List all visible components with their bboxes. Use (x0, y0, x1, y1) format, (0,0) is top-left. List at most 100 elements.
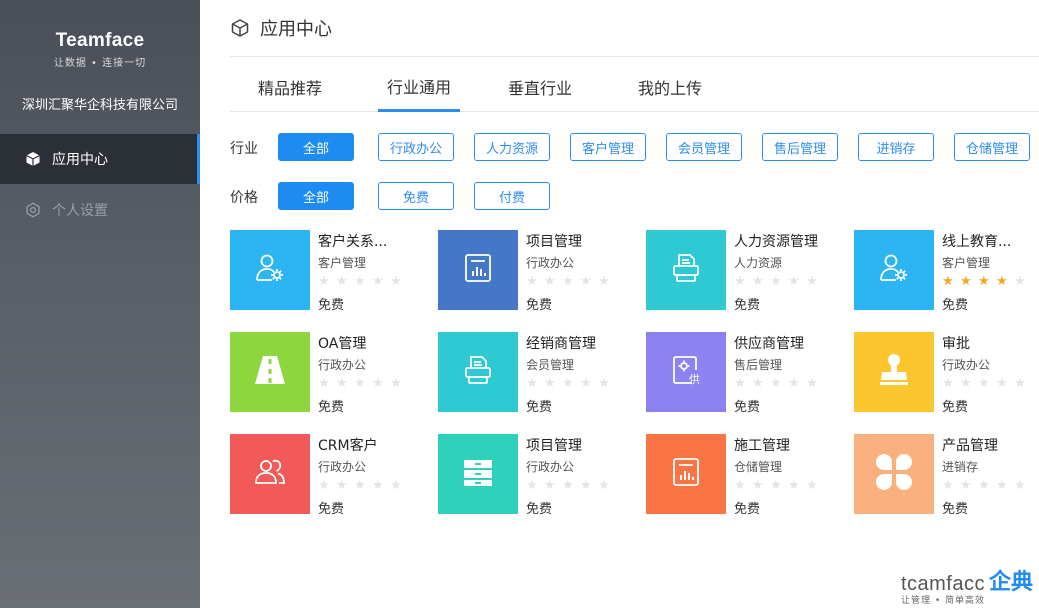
app-category: 人力资源 (734, 256, 783, 270)
tab-featured[interactable]: 精品推荐 (248, 62, 332, 111)
star-icon: ★ (752, 478, 764, 493)
app-rating: ★ ★ ★ ★ ★ (942, 376, 1032, 391)
star-icon: ★ (354, 376, 366, 391)
nav-item-label: 应用中心 (52, 152, 108, 168)
star-icon: ★ (526, 376, 538, 391)
app-card[interactable]: 线上教育... 客户管理 ★ ★ ★ ★ ★ 免费 (854, 230, 1039, 313)
app-tile[interactable] (646, 230, 726, 310)
app-title: 经销商管理 (526, 336, 596, 352)
star-icon: ★ (544, 274, 556, 289)
industry-chip-after-sales[interactable]: 售后管理 (762, 133, 838, 161)
industry-chip-hr[interactable]: 人力资源 (474, 133, 550, 161)
app-tile[interactable] (854, 332, 934, 412)
app-rating: ★ ★ ★ ★ ★ (734, 274, 824, 289)
star-icon: ★ (942, 274, 954, 289)
tab-general-industry[interactable]: 行业通用 (378, 62, 460, 112)
cube-icon (230, 18, 250, 38)
industry-chip-customer[interactable]: 客户管理 (570, 133, 646, 161)
nav-item-label: 个人设置 (52, 203, 108, 219)
app-card[interactable]: 审批 行政办公 ★ ★ ★ ★ ★ 免费 (854, 332, 1039, 415)
app-tile[interactable] (230, 230, 310, 310)
star-icon: ★ (580, 376, 592, 391)
star-icon: ★ (770, 478, 782, 493)
star-icon: ★ (562, 274, 574, 289)
app-card[interactable]: 产品管理 进销存 ★ ★ ★ ★ ★ 免费 (854, 434, 1039, 517)
app-tile[interactable]: 供 (646, 332, 726, 412)
star-icon: ★ (372, 478, 384, 493)
app-price: 免费 (318, 400, 345, 415)
star-icon: ★ (598, 478, 610, 493)
app-card[interactable]: 项目管理 行政办公 ★ ★ ★ ★ ★ 免费 (438, 230, 628, 313)
app-title: CRM客户 (318, 438, 378, 454)
tab-my-uploads[interactable]: 我的上传 (628, 62, 712, 111)
app-category: 行政办公 (942, 358, 991, 372)
star-icon: ★ (562, 478, 574, 493)
star-icon: ★ (336, 274, 348, 289)
price-chip-paid[interactable]: 付费 (474, 182, 550, 210)
nav-item-personal-settings[interactable]: 个人设置 (0, 185, 200, 235)
app-title: 项目管理 (526, 234, 582, 250)
app-category: 售后管理 (734, 358, 783, 372)
star-icon: ★ (526, 274, 538, 289)
star-icon: ★ (354, 478, 366, 493)
app-title: 线上教育... (942, 234, 1012, 250)
app-rating: ★ ★ ★ ★ ★ (942, 478, 1032, 493)
app-rating: ★ ★ ★ ★ ★ (318, 376, 408, 391)
star-icon: ★ (978, 274, 990, 289)
industry-chip-all[interactable]: 全部 (278, 133, 354, 161)
app-price: 免费 (734, 502, 761, 517)
star-icon: ★ (1014, 478, 1026, 493)
star-icon: ★ (770, 274, 782, 289)
app-price: 免费 (526, 502, 553, 517)
star-icon: ★ (372, 376, 384, 391)
app-price: 免费 (942, 298, 969, 313)
star-icon: ★ (390, 478, 402, 493)
app-tile[interactable] (438, 332, 518, 412)
star-icon: ★ (942, 478, 954, 493)
industry-chip-warehouse[interactable]: 仓储管理 (954, 133, 1030, 161)
app-card[interactable]: 项目管理 行政办公 ★ ★ ★ ★ ★ 免费 (438, 434, 628, 517)
app-title: 客户关系... (318, 234, 388, 250)
star-icon: ★ (996, 274, 1008, 289)
app-card[interactable]: OA管理 行政办公 ★ ★ ★ ★ ★ 免费 (230, 332, 420, 415)
app-tile[interactable] (438, 434, 518, 514)
app-rating: ★ ★ ★ ★ ★ (942, 274, 1032, 289)
app-tile[interactable] (438, 230, 518, 310)
price-chip-free[interactable]: 免费 (378, 182, 454, 210)
app-card[interactable]: 客户关系... 客户管理 ★ ★ ★ ★ ★ 免费 (230, 230, 420, 313)
star-icon: ★ (770, 376, 782, 391)
app-title: 审批 (942, 336, 970, 352)
app-card[interactable]: 施工管理 仓储管理 ★ ★ ★ ★ ★ 免费 (646, 434, 836, 517)
app-tile[interactable] (854, 434, 934, 514)
tab-vertical-industry[interactable]: 垂直行业 (498, 62, 582, 111)
clover-icon (874, 452, 914, 496)
star-icon: ★ (788, 478, 800, 493)
app-card[interactable]: 经销商管理 会员管理 ★ ★ ★ ★ ★ 免费 (438, 332, 628, 415)
app-tile[interactable] (646, 434, 726, 514)
user-gear-icon (876, 250, 912, 290)
company-name: 深圳汇聚华企科技有限公司 (21, 98, 178, 113)
app-card[interactable]: CRM客户 行政办公 ★ ★ ★ ★ ★ 免费 (230, 434, 420, 517)
industry-chip-member[interactable]: 会员管理 (666, 133, 742, 161)
app-tile[interactable] (854, 230, 934, 310)
price-filter-label: 价格 (230, 190, 258, 206)
price-chip-all[interactable]: 全部 (278, 182, 354, 210)
app-tile[interactable] (230, 332, 310, 412)
app-title: OA管理 (318, 336, 367, 352)
star-icon: ★ (1014, 376, 1026, 391)
app-card[interactable]: 供 供应商管理 售后管理 ★ ★ ★ ★ ★ 免费 (646, 332, 836, 415)
app-tile[interactable] (230, 434, 310, 514)
star-icon: ★ (942, 376, 954, 391)
app-card[interactable]: 人力资源管理 人力资源 ★ ★ ★ ★ ★ 免费 (646, 230, 836, 313)
app-category: 仓储管理 (734, 460, 783, 474)
industry-chip-admin[interactable]: 行政办公 (378, 133, 454, 161)
app-price: 免费 (942, 502, 969, 517)
app-price: 免费 (318, 298, 345, 313)
printer-icon (460, 352, 496, 392)
star-icon: ★ (390, 376, 402, 391)
nav-item-app-center[interactable]: 应用中心 (0, 134, 200, 184)
star-icon: ★ (562, 376, 574, 391)
star-icon: ★ (752, 376, 764, 391)
watermark-logo: tcamfacc 企典 让管理 • 简单高效 (901, 564, 1033, 606)
industry-chip-inventory[interactable]: 进销存 (858, 133, 934, 161)
